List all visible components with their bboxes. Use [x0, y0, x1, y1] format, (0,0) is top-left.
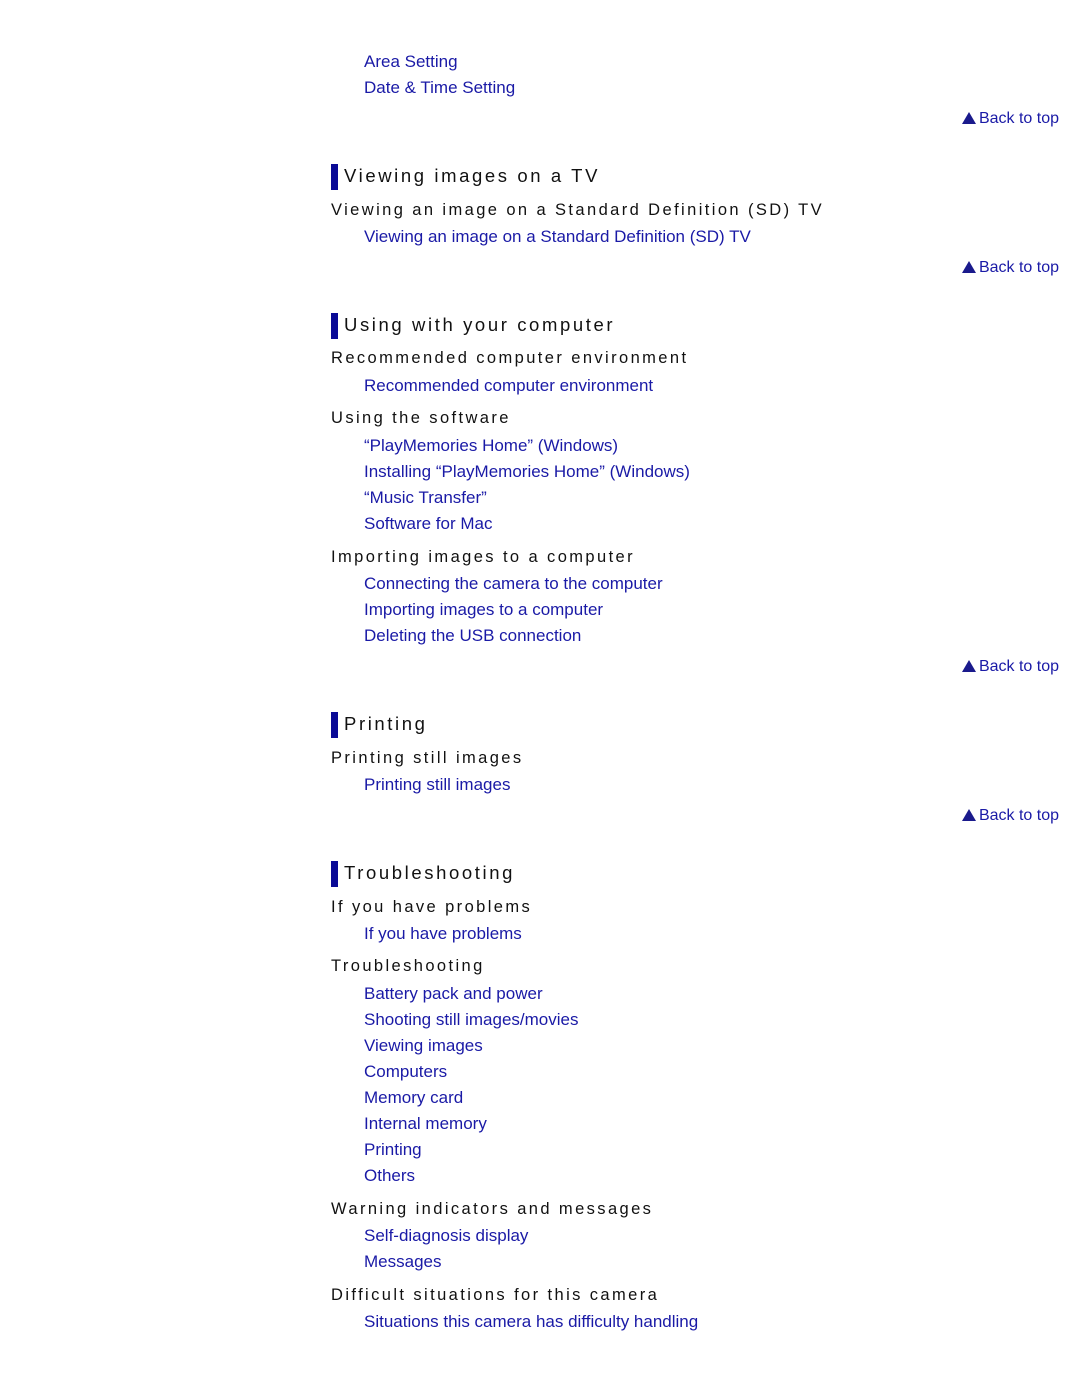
triangle-up-icon — [961, 660, 976, 672]
topic-link[interactable]: Computers — [364, 1062, 447, 1082]
back-to-top-label: Back to top — [978, 110, 1059, 127]
section-title: Viewing images on a TV — [344, 165, 601, 186]
heading-bar — [331, 313, 338, 339]
topic-link[interactable]: Deleting the USB connection — [364, 626, 581, 646]
topic-link[interactable]: Printing — [364, 1140, 422, 1160]
topic-link[interactable]: If you have problems — [364, 924, 522, 944]
section-heading: Troubleshooting — [331, 861, 515, 887]
group-heading: Difficult situations for this camera — [331, 1286, 660, 1304]
topic-link[interactable]: Software for Mac — [364, 514, 493, 534]
back-to-top-link[interactable]: Back to top — [961, 258, 1059, 278]
link-date-time-setting[interactable]: Date & Time Setting — [364, 78, 515, 98]
heading-bar — [331, 712, 338, 738]
group-heading: Importing images to a computer — [331, 548, 636, 566]
triangle-up-icon — [961, 809, 976, 821]
link-area-setting[interactable]: Area Setting — [364, 52, 458, 72]
group-heading: Printing still images — [331, 749, 524, 767]
back-to-top-label: Back to top — [978, 807, 1059, 824]
group-heading: Troubleshooting — [331, 957, 485, 975]
section-heading: Using with your computer — [331, 313, 616, 339]
topic-link[interactable]: Messages — [364, 1252, 441, 1272]
topic-link[interactable]: Others — [364, 1166, 415, 1186]
topic-link[interactable]: Recommended computer environment — [364, 376, 653, 396]
topic-link[interactable]: Viewing an image on a Standard Definitio… — [364, 227, 751, 247]
topic-link[interactable]: “Music Transfer” — [364, 488, 487, 508]
section-title: Printing — [344, 713, 428, 734]
topic-link[interactable]: Printing still images — [364, 775, 510, 795]
topic-link[interactable]: Self-diagnosis display — [364, 1226, 528, 1246]
section-title: Using with your computer — [344, 314, 616, 335]
section-heading: Printing — [331, 712, 428, 738]
topic-link[interactable]: Battery pack and power — [364, 984, 543, 1004]
topic-link[interactable]: Installing “PlayMemories Home” (Windows) — [364, 462, 690, 482]
group-heading: Viewing an image on a Standard Definitio… — [331, 201, 825, 219]
section-title: Troubleshooting — [344, 862, 515, 883]
topic-link[interactable]: Shooting still images/movies — [364, 1010, 578, 1030]
back-to-top-label: Back to top — [978, 658, 1059, 675]
triangle-up-icon — [961, 112, 976, 124]
topic-link[interactable]: “PlayMemories Home” (Windows) — [364, 436, 618, 456]
heading-bar — [331, 861, 338, 887]
group-heading: Using the software — [331, 409, 511, 427]
back-to-top-link[interactable]: Back to top — [961, 806, 1059, 826]
topic-link[interactable]: Internal memory — [364, 1114, 487, 1134]
section-heading: Viewing images on a TV — [331, 164, 601, 190]
group-heading: Warning indicators and messages — [331, 1200, 654, 1218]
topic-link[interactable]: Connecting the camera to the computer — [364, 574, 663, 594]
triangle-up-icon — [961, 261, 976, 273]
back-to-top-link[interactable]: Back to top — [961, 109, 1059, 129]
back-to-top-link[interactable]: Back to top — [961, 657, 1059, 677]
group-heading: If you have problems — [331, 898, 533, 916]
topic-link[interactable]: Memory card — [364, 1088, 463, 1108]
back-to-top-label: Back to top — [978, 259, 1059, 276]
topic-link[interactable]: Importing images to a computer — [364, 600, 603, 620]
topic-link[interactable]: Viewing images — [364, 1036, 483, 1056]
group-heading: Recommended computer environment — [331, 349, 689, 367]
heading-bar — [331, 164, 338, 190]
topic-link[interactable]: Situations this camera has difficulty ha… — [364, 1312, 698, 1332]
